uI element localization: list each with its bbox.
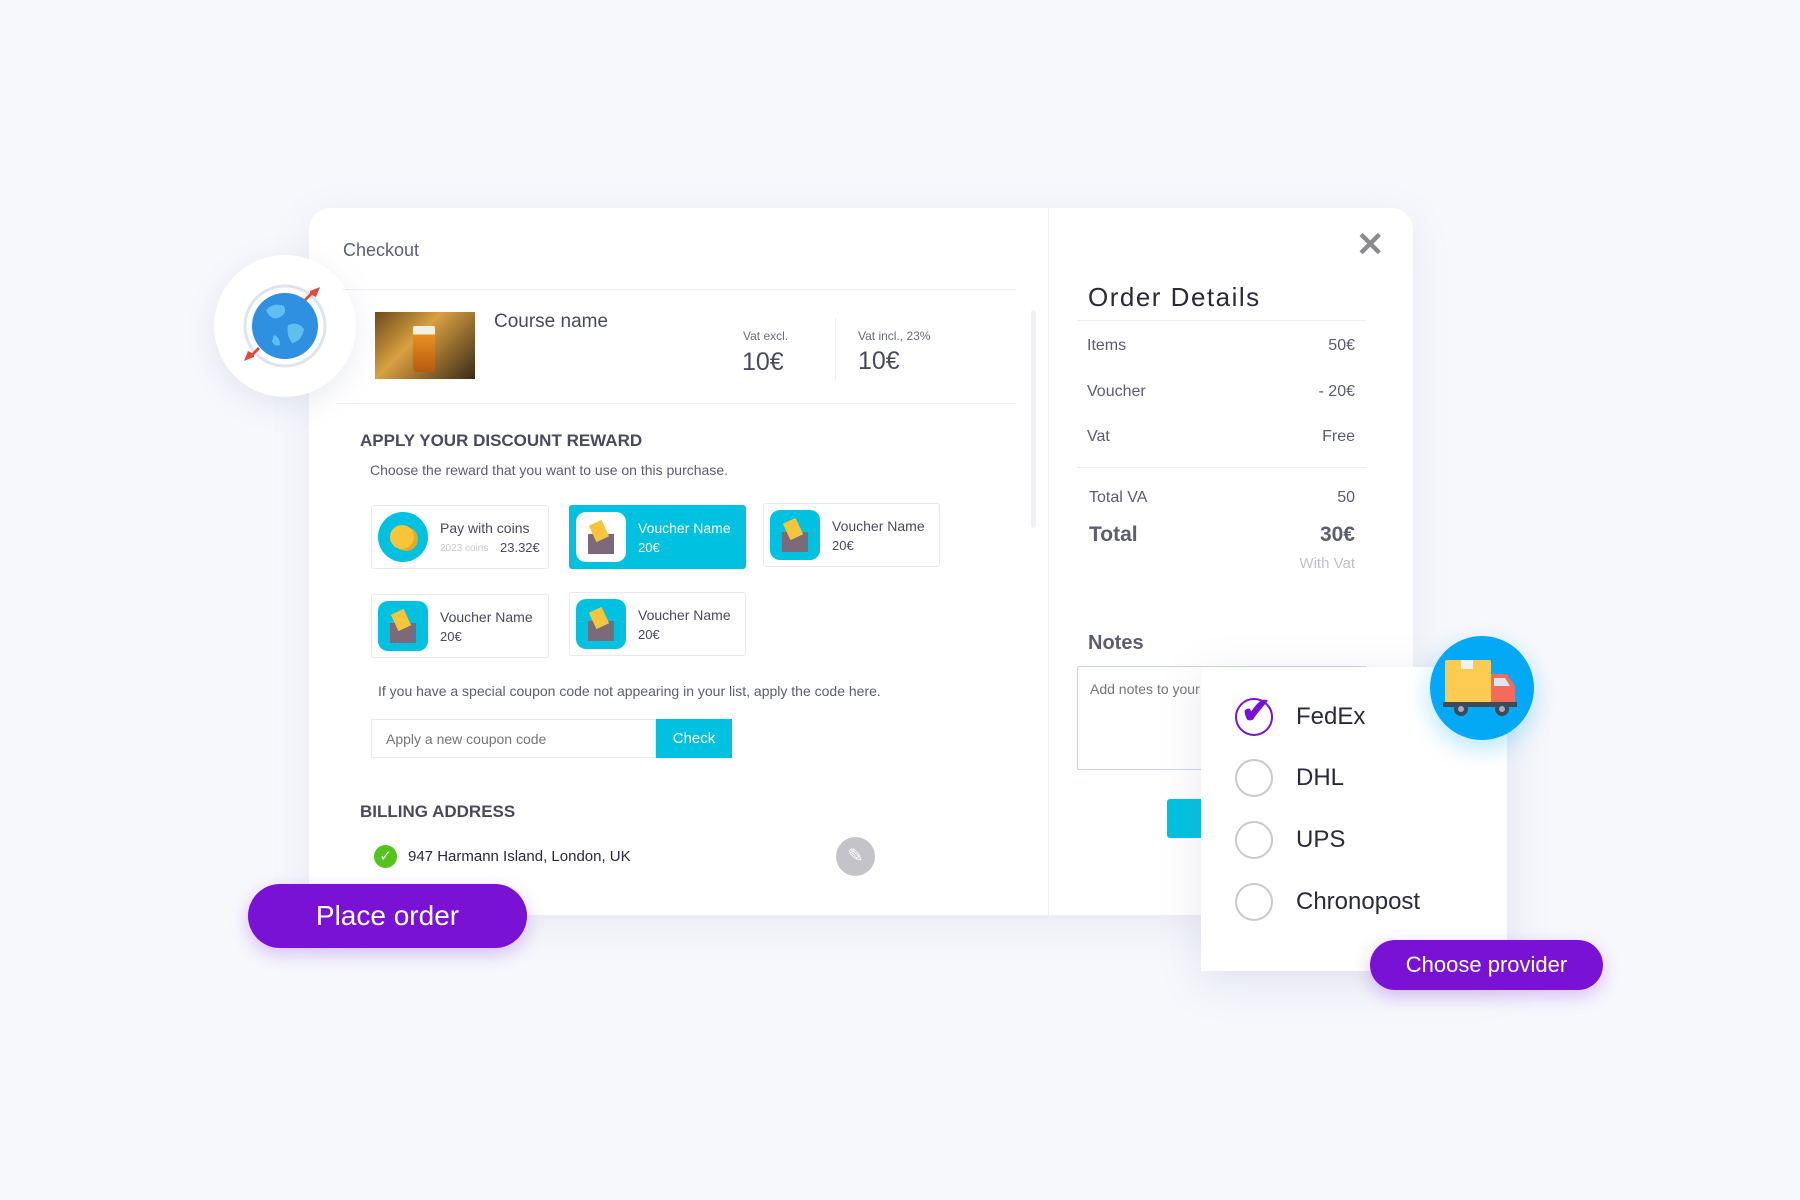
total-va-label: Total VA — [1089, 489, 1148, 506]
divider — [1077, 320, 1367, 321]
divider — [1077, 467, 1367, 468]
fedex-radio[interactable]: ✔ — [1235, 690, 1273, 736]
voucher-value: 20€ — [638, 627, 660, 642]
panel-divider — [1048, 208, 1049, 915]
pencil-icon: ✎ — [847, 846, 864, 867]
close-icon[interactable]: ✕ — [1356, 228, 1386, 262]
place-order-button[interactable]: Place order — [248, 884, 527, 948]
coins-icon — [378, 512, 428, 562]
vat-value: Free — [1322, 428, 1355, 445]
voucher-icon — [576, 512, 626, 562]
voucher-name: Voucher Name — [832, 518, 925, 534]
items-label: Items — [1087, 337, 1127, 354]
with-vat-note: With Vat — [1299, 555, 1355, 572]
reward-voucher[interactable]: Voucher Name 20€ — [763, 503, 940, 567]
voucher-icon — [576, 599, 626, 649]
divider — [343, 289, 1016, 290]
reward-voucher[interactable]: Voucher Name 20€ — [569, 592, 746, 656]
dhl-radio[interactable] — [1235, 759, 1273, 797]
notes-label: Notes — [1088, 632, 1144, 654]
billing-heading: BILLING ADDRESS — [360, 802, 516, 821]
order-details-title: Order Details — [1088, 282, 1261, 312]
truck-badge — [1430, 636, 1534, 740]
voucher-icon — [378, 601, 428, 651]
billing-address: 947 Harmann Island, London, UK — [408, 848, 631, 865]
ups-radio[interactable] — [1235, 821, 1273, 859]
address-check-icon: ✓ — [374, 845, 397, 868]
reward-voucher[interactable]: Voucher Name 20€ — [371, 594, 549, 658]
reward-pay-with-coins[interactable]: Pay with coins 2023 coins 23.32€ — [371, 505, 549, 569]
voucher-name: Voucher Name — [638, 520, 731, 536]
items-value: 50€ — [1328, 337, 1355, 354]
provider-dhl[interactable]: DHL — [1296, 764, 1344, 792]
discount-heading: APPLY YOUR DISCOUNT REWARD — [360, 431, 643, 450]
reward-voucher[interactable]: Voucher Name 20€ — [569, 505, 746, 569]
coupon-input[interactable] — [371, 719, 656, 758]
voucher-value: - 20€ — [1318, 383, 1355, 400]
coins-count: 2023 coins — [440, 543, 489, 554]
total-value: 30€ — [1319, 523, 1355, 546]
course-thumbnail — [375, 312, 475, 379]
vat-excl-value: 10€ — [742, 348, 784, 376]
provider-fedex[interactable]: FedEx — [1296, 703, 1365, 731]
choose-provider-button[interactable]: Choose provider — [1370, 940, 1603, 990]
chronopost-radio[interactable] — [1235, 883, 1273, 921]
price-divider — [835, 318, 836, 380]
globe-badge — [214, 255, 356, 397]
voucher-value: 20€ — [832, 538, 854, 553]
voucher-label: Voucher — [1087, 383, 1146, 400]
course-name: Course name — [494, 311, 609, 332]
voucher-value: 20€ — [440, 629, 462, 644]
edit-address-button[interactable]: ✎ — [836, 837, 875, 876]
total-va-value: 50 — [1337, 489, 1355, 506]
checkout-title: Checkout — [343, 240, 420, 260]
voucher-name: Voucher Name — [638, 607, 731, 623]
globe-icon — [243, 284, 327, 368]
voucher-value: 20€ — [638, 540, 660, 555]
coupon-hint: If you have a special coupon code not ap… — [378, 683, 881, 699]
divider — [336, 403, 1016, 404]
provider-chronopost[interactable]: Chronopost — [1296, 888, 1420, 916]
provider-ups[interactable]: UPS — [1296, 826, 1345, 854]
check-icon: ✔ — [1241, 690, 1272, 731]
scrollbar[interactable] — [1031, 310, 1036, 528]
vat-incl-label: Vat incl., 23% — [858, 329, 931, 343]
vat-label: Vat — [1087, 428, 1110, 445]
coins-value: 23.32€ — [500, 540, 540, 555]
discount-subtitle: Choose the reward that you want to use o… — [370, 462, 728, 478]
coins-label: Pay with coins — [440, 520, 530, 536]
total-label: Total — [1089, 523, 1138, 546]
check-button[interactable]: Check — [656, 719, 732, 758]
voucher-name: Voucher Name — [440, 609, 533, 625]
vat-excl-label: Vat excl. — [743, 329, 789, 343]
truck-icon — [1443, 660, 1517, 716]
voucher-icon — [770, 510, 820, 560]
vat-incl-value: 10€ — [858, 347, 900, 375]
